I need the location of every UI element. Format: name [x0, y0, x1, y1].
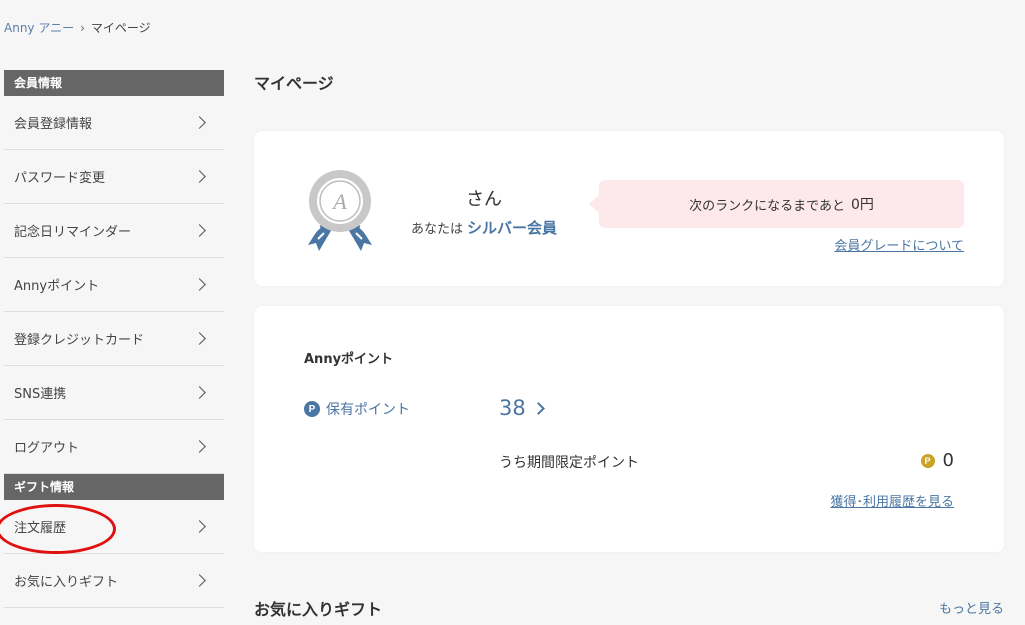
points-title: Annyポイント: [304, 352, 394, 367]
sidebar-item-anniversary-reminder[interactable]: 記念日リマインダー: [4, 204, 224, 258]
chevron-right-icon: [193, 278, 206, 291]
limited-point-icon: P: [920, 453, 935, 468]
sidebar: 会員情報 会員登録情報 パスワード変更 記念日リマインダー Annyポイント 登…: [0, 70, 224, 608]
section-header-gift: ギフト情報: [4, 474, 224, 500]
sidebar-item-favorite-gifts[interactable]: お気に入りギフト: [4, 554, 224, 608]
chevron-right-icon: [193, 574, 206, 587]
sidebar-item-label: 登録クレジットカード: [14, 333, 145, 348]
chevron-right-icon: [193, 224, 206, 237]
rank-prefix: あなたは: [410, 222, 463, 237]
limited-points-value: 0: [942, 450, 954, 471]
sidebar-item-label: 注文履歴: [14, 521, 67, 536]
medal-letter: A: [331, 189, 347, 214]
sidebar-item-label: お気に入りギフト: [14, 575, 119, 590]
member-name-area: さん あなたは シルバー会員: [404, 185, 564, 238]
sidebar-item-sns[interactable]: SNS連携: [4, 366, 224, 420]
chevron-right-icon: [193, 386, 206, 399]
sidebar-item-credit-card[interactable]: 登録クレジットカード: [4, 312, 224, 366]
sidebar-item-logout[interactable]: ログアウト: [4, 420, 224, 474]
next-rank-bubble: 次のランクになるまであと 0円: [589, 180, 964, 228]
point-icon: P: [304, 401, 320, 417]
rank-name: シルバー会員: [467, 219, 558, 237]
sidebar-item-password-change[interactable]: パスワード変更: [4, 150, 224, 204]
medal-icon: A: [308, 170, 372, 251]
sidebar-item-label: 記念日リマインダー: [14, 225, 132, 240]
held-points-value-link[interactable]: 38: [499, 396, 545, 420]
chevron-right-icon: [193, 332, 206, 345]
held-points-text: 保有ポイント: [326, 402, 410, 418]
chevron-right-icon: [193, 116, 206, 129]
limited-points-label: うち期間限定ポイント: [499, 455, 639, 471]
rank-line: あなたは シルバー会員: [404, 217, 564, 238]
held-points-label: P 保有ポイント: [304, 399, 410, 419]
member-name: さん: [466, 189, 502, 210]
sidebar-item-label: ログアウト: [14, 441, 80, 456]
sidebar-item-order-history[interactable]: 注文履歴: [0, 500, 224, 554]
sidebar-item-label: パスワード変更: [14, 171, 106, 186]
sidebar-item-label: Annyポイント: [14, 279, 100, 294]
chevron-right-icon: [193, 170, 206, 183]
sidebar-item-label: SNS連携: [14, 387, 67, 402]
grade-info-link[interactable]: 会員グレードについて: [834, 235, 964, 254]
sidebar-item-member-registration[interactable]: 会員登録情報: [4, 96, 224, 150]
breadcrumb-home-link[interactable]: Anny アニー: [4, 19, 74, 36]
limited-points-value-area: P 0: [920, 450, 954, 471]
sidebar-item-anny-points[interactable]: Annyポイント: [4, 258, 224, 312]
page-title: マイページ: [254, 74, 334, 93]
sidebar-item-label: 会員登録情報: [14, 117, 93, 132]
favorites-title: お気に入りギフト: [254, 600, 383, 619]
breadcrumb-current: マイページ: [90, 21, 151, 35]
breadcrumb-separator: ›: [80, 20, 85, 35]
chevron-right-icon: [531, 401, 545, 415]
favorites-more-link[interactable]: もっと見る: [939, 598, 1004, 617]
points-card: Annyポイント P 保有ポイント 38 うち期間限定ポイント P 0 獲得･利…: [254, 306, 1004, 552]
points-history-link[interactable]: 獲得･利用履歴を見る: [830, 491, 954, 510]
section-header-member: 会員情報: [4, 70, 224, 96]
held-points-value: 38: [499, 396, 526, 420]
rank-card: A さん あなたは シルバー会員 次のランクになるまであと 0円 会員グレードにつ…: [254, 131, 1004, 286]
next-rank-amount: 0円: [850, 197, 874, 213]
next-rank-text: 次のランクになるまであと: [689, 198, 845, 214]
breadcrumb: Anny アニー › マイページ: [4, 19, 151, 36]
chevron-right-icon: [193, 520, 206, 533]
chevron-right-icon: [193, 440, 206, 453]
